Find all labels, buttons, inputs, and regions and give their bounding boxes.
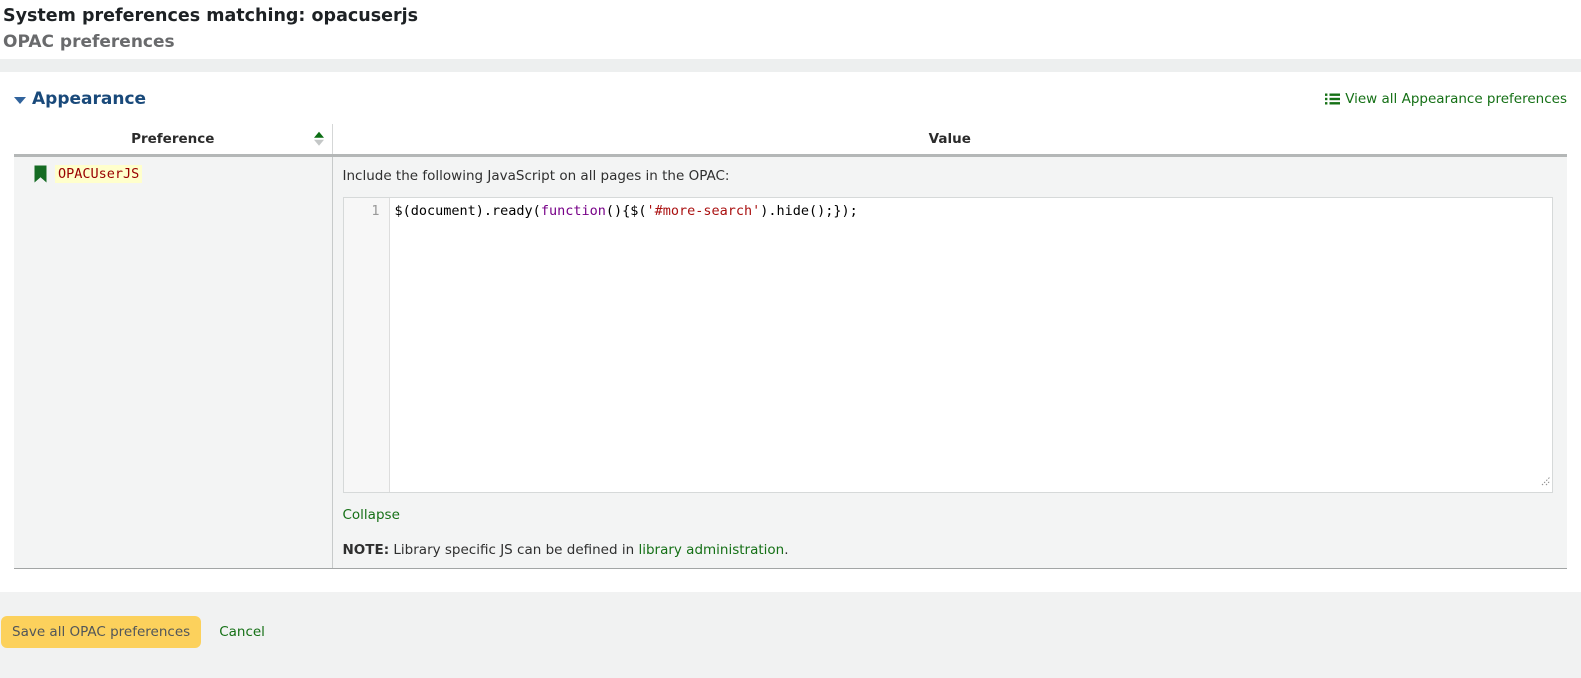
section-title-label: Appearance	[32, 89, 146, 109]
note-suffix: .	[784, 542, 788, 558]
note-body: Library specific JS can be defined in	[389, 542, 638, 558]
table-header-row: Preference Value	[14, 124, 1567, 155]
resize-grip-icon[interactable]	[1540, 473, 1551, 491]
main-content: Appearance View all Appearance preferenc…	[0, 84, 1581, 569]
view-all-label: View all Appearance preferences	[1345, 91, 1567, 107]
line-number: 1	[371, 203, 379, 219]
editor-gutter: 1	[344, 198, 390, 492]
sort-desc-arrow-icon	[314, 139, 324, 145]
preference-cell: OPACUserJS	[14, 155, 332, 568]
code-segment-keyword: function	[541, 203, 606, 219]
code-segment: ).hide();});	[760, 203, 858, 219]
code-segment: $(document).ready(	[395, 203, 541, 219]
code-textarea[interactable]: $(document).ready(function(){$('#more-se…	[390, 198, 1553, 492]
preference-description: Include the following JavaScript on all …	[343, 168, 1554, 184]
value-column-label: Value	[929, 131, 971, 147]
note-text: NOTE: Library specific JS can be defined…	[343, 542, 1554, 558]
chevron-down-icon	[14, 97, 26, 104]
sort-asc-arrow-icon	[314, 131, 324, 137]
page-header: System preferences matching: opacuserjs …	[0, 0, 1581, 52]
column-header-preference[interactable]: Preference	[14, 124, 332, 155]
library-administration-link[interactable]: library administration	[638, 542, 784, 558]
cancel-link[interactable]: Cancel	[219, 624, 265, 640]
note-prefix: NOTE:	[343, 542, 390, 558]
view-all-appearance-link[interactable]: View all Appearance preferences	[1325, 91, 1567, 107]
code-editor: 1 $(document).ready(function(){$('#more-…	[343, 197, 1554, 493]
save-button[interactable]: Save all OPAC preferences	[1, 616, 201, 648]
preference-column-label: Preference	[131, 131, 214, 147]
value-cell: Include the following JavaScript on all …	[332, 155, 1567, 568]
page-subtitle: OPAC preferences	[3, 32, 1581, 52]
collapse-link[interactable]: Collapse	[343, 507, 400, 523]
preference-name-highlighted: OPACUserJS	[55, 165, 142, 183]
page-title: System preferences matching: opacuserjs	[3, 6, 1581, 26]
sort-icon	[314, 131, 324, 145]
preferences-table: Preference Value	[14, 124, 1567, 569]
bookmark-icon[interactable]	[34, 165, 47, 183]
section-header: Appearance View all Appearance preferenc…	[14, 84, 1567, 114]
table-row: OPACUserJS Include the following JavaScr…	[14, 155, 1567, 568]
code-segment: (){$(	[606, 203, 647, 219]
column-header-value: Value	[332, 124, 1567, 155]
code-segment-string: '#more-search'	[646, 203, 760, 219]
list-icon	[1325, 93, 1340, 105]
section-toggle-appearance[interactable]: Appearance	[14, 89, 146, 109]
header-divider	[0, 59, 1581, 72]
footer-toolbar: Save all OPAC preferences Cancel	[0, 592, 1581, 678]
footer-gap	[0, 569, 1581, 592]
